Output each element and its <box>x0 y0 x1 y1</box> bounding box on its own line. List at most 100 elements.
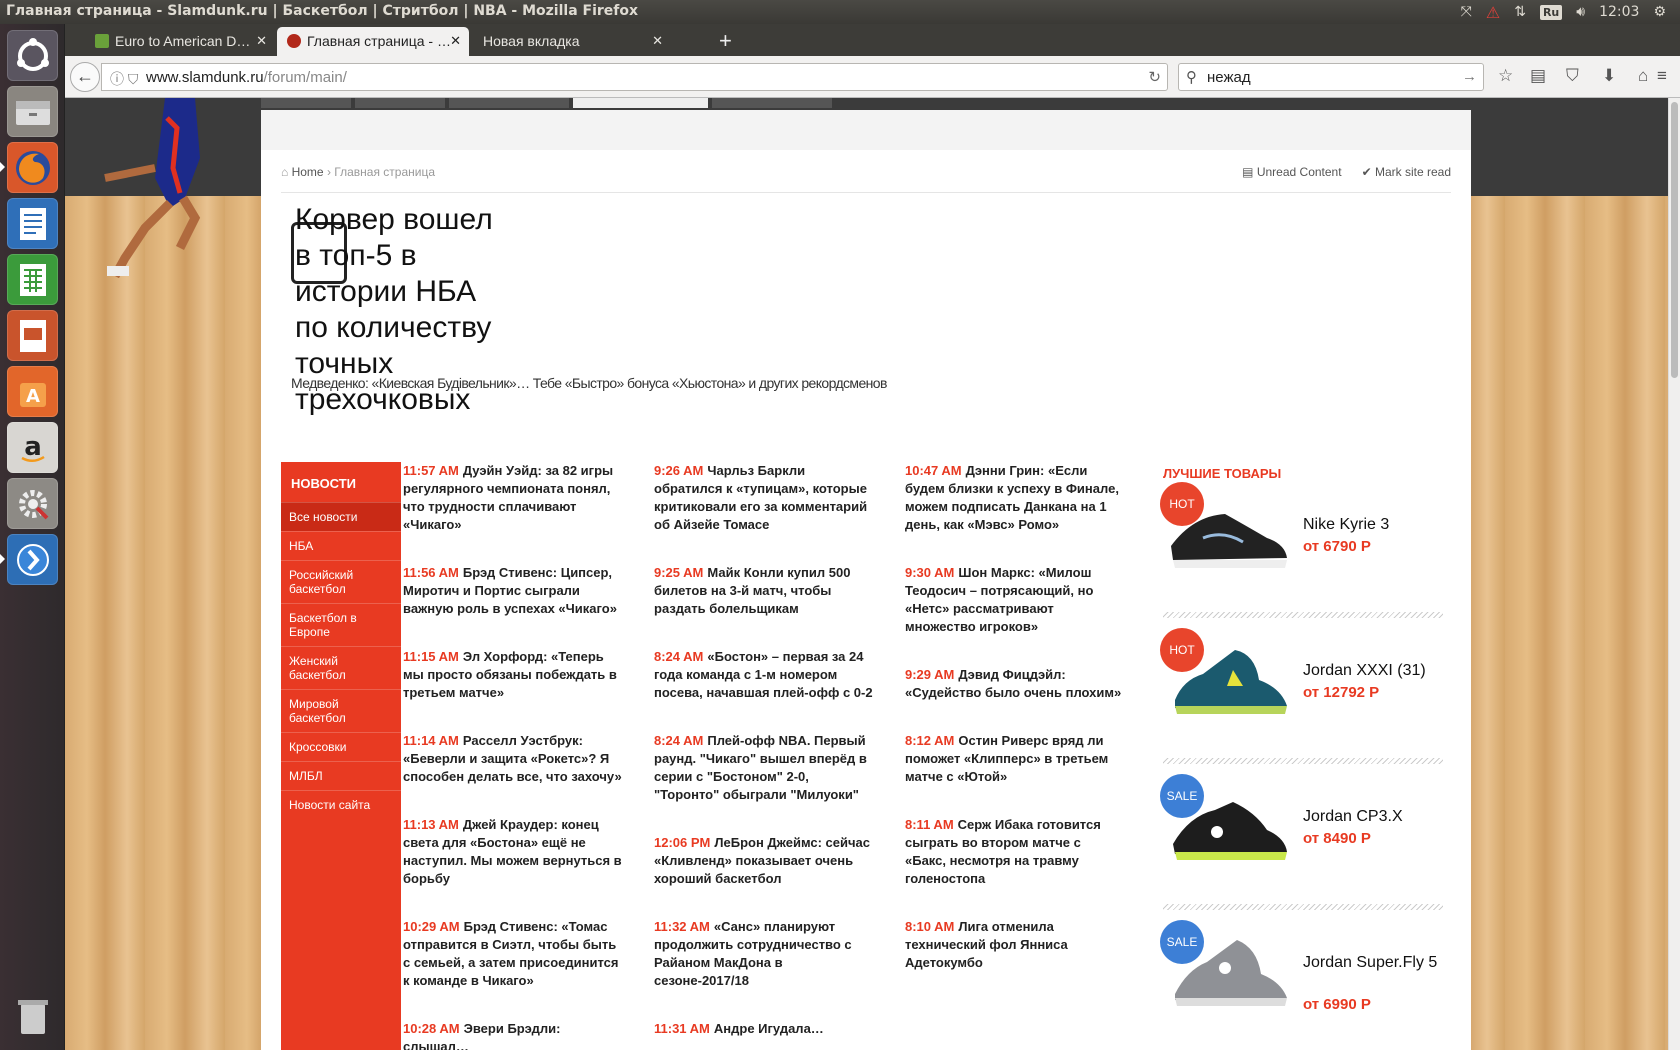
category-all-news[interactable]: Все новости <box>281 502 401 531</box>
scrollbar-thumb[interactable] <box>1671 102 1678 378</box>
product-name[interactable]: Nike Kyrie 3 <box>1303 516 1443 534</box>
tab-currency[interactable]: Euro to American D… ✕ <box>85 27 275 56</box>
libreoffice-calc-icon[interactable] <box>7 254 58 305</box>
file-manager-icon[interactable] <box>7 86 58 137</box>
dash-home-icon[interactable] <box>7 30 58 81</box>
search-icon: ⚲ <box>1186 69 1197 86</box>
news-item[interactable]: 9:25 AM Майк Конли купил 500 билетов на 3… <box>654 564 874 618</box>
product-card[interactable]: HOT Jordan XXXI (31) от 12792 Р <box>1160 628 1443 748</box>
news-item[interactable]: 11:13 AM Джей Краудер: конец света для «Б… <box>403 816 623 888</box>
search-go-arrow-icon[interactable]: → <box>1462 68 1477 85</box>
category-world-basketball[interactable]: Мировой баскетбол <box>281 689 401 732</box>
page-scrollbar[interactable] <box>1668 98 1680 1050</box>
category-mlbl[interactable]: МЛБЛ <box>281 761 401 790</box>
app-launcher-icon[interactable] <box>0 534 58 585</box>
site-nav-tab[interactable] <box>355 98 445 108</box>
close-tab-icon[interactable]: ✕ <box>256 33 267 49</box>
url-bar[interactable]: ⓘ ⛉ www.slamdunk.ru/forum/main/ ↻ <box>101 63 1168 91</box>
url-host: www.slamdunk.ru <box>146 69 264 86</box>
breadcrumb-home-link[interactable]: Home <box>292 165 324 179</box>
search-input[interactable]: ⚲ нежад → <box>1178 63 1484 91</box>
pocket-icon[interactable]: ⛉ <box>1566 66 1579 86</box>
category-europe-basketball[interactable]: Баскетбол в Европе <box>281 603 401 646</box>
home-icon[interactable]: ⌂ <box>281 165 288 179</box>
system-settings-icon[interactable] <box>7 478 58 529</box>
category-site-news[interactable]: Новости сайта <box>281 790 401 819</box>
site-nav-tab[interactable] <box>712 98 832 108</box>
breadcrumb-current: Главная страница <box>334 165 436 179</box>
product-name[interactable]: Jordan Super.Fly 5 <box>1303 954 1443 972</box>
product-name[interactable]: Jordan XXXI (31) <box>1303 662 1443 680</box>
unread-content-link[interactable]: ▤ Unread Content <box>1242 165 1341 179</box>
category-russian-basketball[interactable]: Российский баскетбол <box>281 560 401 603</box>
product-price: от 6790 Р <box>1303 538 1371 555</box>
product-name[interactable]: Jordan CP3.X <box>1303 808 1443 826</box>
product-card[interactable]: SALE Jordan Super.Fly 5 от 6990 Р <box>1160 920 1443 1040</box>
news-item[interactable]: 8:24 AM «Бостон» – первая за 24 года кома… <box>654 648 874 702</box>
settings-gear-icon[interactable]: ⚙ <box>1653 4 1666 20</box>
category-nba[interactable]: НБА <box>281 531 401 560</box>
news-item[interactable]: 11:14 AM Расселл Уэстбрук: «Беверли и защ… <box>403 732 623 786</box>
hamburger-menu-icon[interactable]: ≡ <box>1657 66 1667 86</box>
tab-label: Главная страница - … <box>307 33 451 49</box>
bookmark-star-icon[interactable]: ☆ <box>1498 66 1513 86</box>
site-info-icon[interactable]: ⓘ ⛉ <box>110 69 138 89</box>
web-page-viewport: ⌂ Home › Главная страница ▤ Unread Conte… <box>65 98 1668 1050</box>
mark-site-read-link[interactable]: ✔ Mark site read <box>1362 165 1451 179</box>
close-tab-icon[interactable]: ✕ <box>450 33 461 49</box>
keyboard-layout-indicator[interactable]: Ru <box>1539 4 1563 20</box>
news-item[interactable]: 11:56 AM Брэд Стивенс: Ципсер, Миротич и … <box>403 564 623 618</box>
reading-list-icon[interactable]: ▤ <box>1530 66 1546 86</box>
home-icon[interactable]: ⌂ <box>1638 66 1648 86</box>
libreoffice-writer-icon[interactable] <box>7 198 58 249</box>
browser-navigation-bar: ← ⓘ ⛉ www.slamdunk.ru/forum/main/ ↻ ⚲ не… <box>65 56 1680 98</box>
reload-icon[interactable]: ↻ <box>1148 68 1161 86</box>
news-item[interactable]: 10:29 AM Брэд Стивенс: «Томас отправится … <box>403 918 623 990</box>
trash-icon[interactable] <box>7 990 58 1041</box>
site-nav-tab[interactable] <box>261 98 351 108</box>
sale-badge: SALE <box>1160 920 1204 964</box>
hot-badge: HOT <box>1160 482 1204 526</box>
tab-new[interactable]: Новая вкладка ✕ <box>471 27 671 56</box>
news-item[interactable]: 10:28 AM Эвери Брэдли: слышал… <box>403 1020 623 1050</box>
category-sneakers[interactable]: Кроссовки <box>281 732 401 761</box>
site-nav-tab[interactable] <box>449 98 569 108</box>
amazon-icon[interactable]: a <box>7 422 58 473</box>
tab-slamdunk[interactable]: Главная страница - … ✕ <box>277 27 469 56</box>
breadcrumb: ⌂ Home › Главная страница <box>281 165 435 179</box>
system-top-panel: Главная страница - Slamdunk.ru | Баскетб… <box>0 0 1680 24</box>
downloads-arrow-icon[interactable]: ⬇ <box>1602 66 1616 86</box>
news-item[interactable]: 9:26 AM Чарльз Баркли обратился к «тупица… <box>654 462 874 534</box>
news-item[interactable]: 11:15 AM Эл Хорфорд: «Теперь мы просто об… <box>403 648 623 702</box>
news-item[interactable]: 11:32 AM «Санс» планируют продолжить сотр… <box>654 918 874 990</box>
news-item[interactable]: 11:57 AM Дуэйн Уэйд: за 82 игры регулярно… <box>403 462 623 534</box>
volume-icon[interactable]: 🔊︎ <box>1576 4 1585 20</box>
firefox-icon[interactable] <box>0 142 58 193</box>
category-womens-basketball[interactable]: Женский баскетбол <box>281 646 401 689</box>
network-icon[interactable]: ⇅ <box>1514 4 1526 20</box>
news-item[interactable]: 11:31 AM Андре Игудала… <box>654 1020 874 1038</box>
new-tab-plus-icon[interactable]: + <box>719 28 732 54</box>
clock[interactable]: 12:03 <box>1599 4 1639 20</box>
product-card[interactable]: SALE Jordan CP3.X от 8490 Р <box>1160 774 1443 894</box>
news-item[interactable]: 10:47 AM Дэнни Грин: «Если будем близки к… <box>905 462 1125 534</box>
product-card[interactable]: HOT Nike Kyrie 3 от 6790 Р <box>1160 482 1443 602</box>
window-title: Главная страница - Slamdunk.ru | Баскетб… <box>6 3 639 19</box>
checkmark-icon: ✔ <box>1361 165 1375 179</box>
news-item[interactable]: 8:24 AM Плей-офф NBA. Первый раунд. "Чика… <box>654 732 874 804</box>
news-item[interactable]: 8:12 AM Остин Риверс вряд ли поможет «Кли… <box>905 732 1125 786</box>
libreoffice-impress-icon[interactable] <box>7 310 58 361</box>
news-item[interactable]: 8:10 AM Лига отменила технический фол Янн… <box>905 918 1125 972</box>
ubuntu-software-center-icon[interactable]: A <box>7 366 58 417</box>
news-item[interactable]: 12:06 PM ЛеБрон Джеймс: сейчас «Кливленд»… <box>654 834 874 888</box>
content-top-band <box>261 110 1471 150</box>
news-item[interactable]: 9:29 AM Дэвид Фицдэйл: «Судейство было оч… <box>905 666 1125 702</box>
main-content: ⌂ Home › Главная страница ▤ Unread Conte… <box>261 110 1471 1050</box>
back-arrow-icon[interactable]: ← <box>70 62 100 92</box>
close-tab-icon[interactable]: ✕ <box>652 33 663 49</box>
news-item[interactable]: 8:11 AM Серж Ибака готовится сыграть во в… <box>905 816 1125 888</box>
site-nav-tab-current[interactable] <box>573 98 708 108</box>
warning-icon[interactable]: ⚠ <box>1486 3 1500 22</box>
dropbox-icon[interactable]: ⤧ <box>1461 4 1472 20</box>
news-item[interactable]: 9:30 AM Шон Маркс: «Милош Теодосич – потр… <box>905 564 1125 636</box>
